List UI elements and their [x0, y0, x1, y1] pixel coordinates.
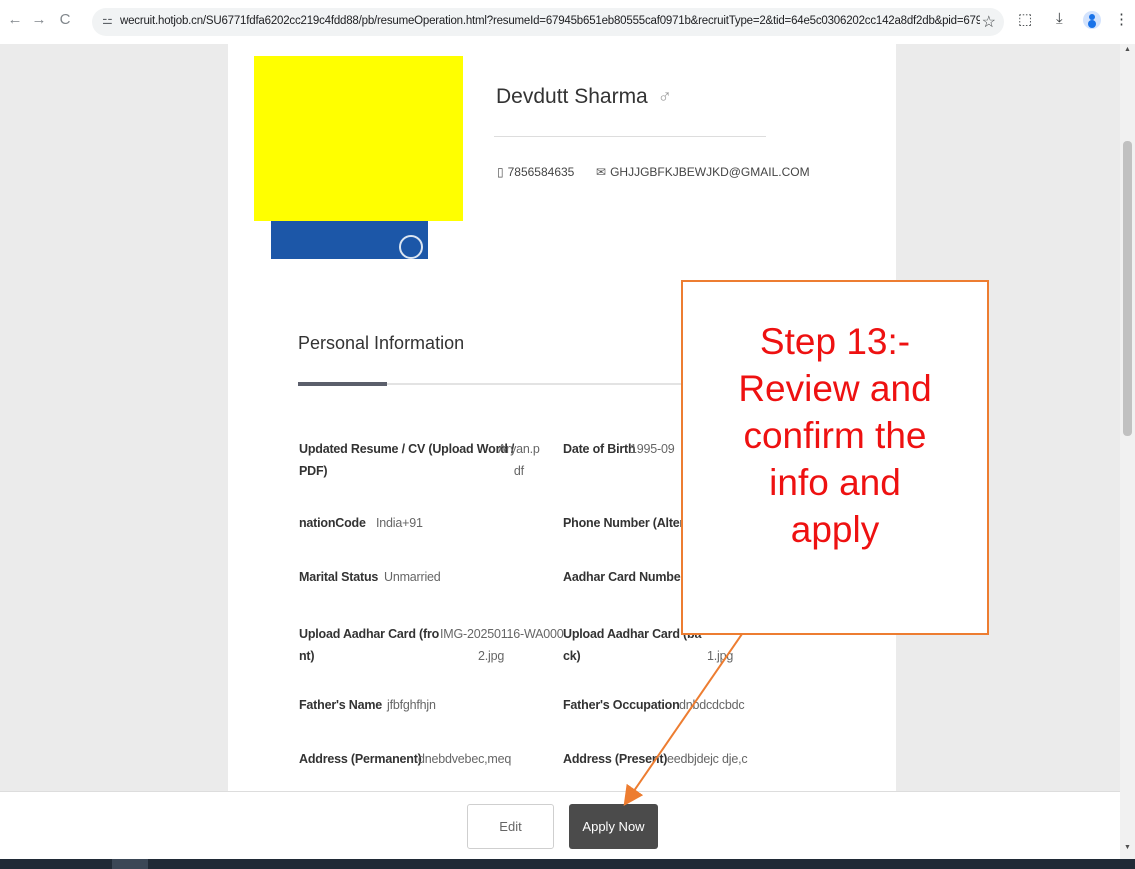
field-label-address-present: Address (Present)	[563, 752, 668, 766]
field-label-dob: Date of Birth	[563, 442, 636, 456]
address-bar[interactable]: ⚍ wecruit.hotjob.cn/SU6771fdfa6202cc219c…	[92, 8, 1004, 36]
resume-file-link-line2[interactable]: df	[498, 460, 540, 482]
callout-line-4: info and	[769, 462, 901, 503]
redaction-box	[254, 56, 463, 221]
site-info-icon[interactable]: ⚍	[102, 13, 113, 27]
aadhar-front-file-line2[interactable]: 2.jpg	[440, 645, 564, 667]
page-scrollbar[interactable]: ▲ ▼	[1120, 44, 1135, 859]
field-label-aadhar-back-line2: ck)	[563, 649, 581, 663]
field-label-father-name: Father's Name	[299, 698, 383, 712]
name-divider	[494, 136, 766, 137]
os-taskbar	[0, 859, 1135, 869]
profile-avatar-icon[interactable]	[1083, 11, 1101, 29]
scroll-up-icon[interactable]: ▲	[1120, 46, 1135, 53]
address-url[interactable]: wecruit.hotjob.cn/SU6771fdfa6202cc219c4f…	[120, 15, 980, 27]
field-value-father-occupation: dnbdcdcbdc	[679, 698, 745, 712]
section-underline-active	[298, 382, 387, 386]
field-label-address-permanent: Address (Permanent)	[299, 752, 422, 766]
back-icon[interactable]: ←	[6, 10, 24, 30]
forward-icon[interactable]: →	[30, 10, 48, 30]
field-label-resume-line1: Updated Resume / CV (Upload Word /	[299, 442, 515, 456]
candidate-name-row: Devdutt Sharma ♂	[496, 85, 672, 109]
field-value-aadhar-back[interactable]: 1.jpg	[707, 645, 733, 667]
field-value-nationcode: India+91	[376, 516, 423, 530]
field-value-marital: Unmarried	[384, 570, 441, 584]
field-label-aadhar-front-line2: nt)	[299, 649, 315, 663]
apply-now-button[interactable]: Apply Now	[569, 804, 658, 849]
field-value-resume[interactable]: Aryan.p df	[498, 438, 540, 482]
field-label-aadhar-front-line1: Upload Aadhar Card (fro	[299, 627, 440, 641]
browser-toolbar: ← → C ⚍ wecruit.hotjob.cn/SU6771fdfa6202…	[0, 0, 1135, 44]
field-label-resume: Updated Resume / CV (Upload Word / PDF)	[299, 438, 514, 482]
taskbar-active-app[interactable]	[112, 859, 148, 869]
bookmark-star-icon[interactable]: ☆	[982, 12, 996, 32]
scroll-down-icon[interactable]: ▼	[1120, 844, 1135, 851]
phone-number: 7856584635	[507, 165, 575, 179]
field-value-father-name: jfbfghfhjn	[387, 698, 436, 712]
phone-contact: ▯ 7856584635	[497, 165, 574, 179]
field-label-aadhar-number: Aadhar Card Number	[563, 570, 686, 584]
scroll-thumb[interactable]	[1123, 141, 1132, 436]
mail-icon: ✉	[596, 165, 607, 179]
reload-icon[interactable]: C	[56, 10, 74, 30]
field-label-marital: Marital Status	[299, 570, 379, 584]
download-icon[interactable]: ⤓	[1056, 10, 1063, 27]
browser-menu-icon[interactable]: ⋮	[1114, 10, 1129, 28]
field-value-address-permanent: dnebdvebec,meq	[418, 752, 512, 766]
field-value-aadhar-front[interactable]: IMG-20250116-WA000 2.jpg	[440, 623, 564, 667]
edit-button[interactable]: Edit	[467, 804, 554, 849]
email-address: GHJJGBFKJBEWJKD@GMAIL.COM	[610, 165, 810, 179]
field-label-father-occupation: Father's Occupation	[563, 698, 680, 712]
candidate-name: Devdutt Sharma	[496, 85, 648, 108]
resume-file-link-line1[interactable]: Aryan.p	[498, 438, 540, 460]
field-label-resume-line2: PDF)	[299, 464, 328, 478]
action-bar	[0, 791, 1120, 859]
aadhar-front-file-line1[interactable]: IMG-20250116-WA000	[440, 623, 564, 645]
phone-icon: ▯	[497, 165, 504, 179]
male-gender-icon: ♂	[657, 87, 672, 108]
section-title: Personal Information	[298, 333, 465, 353]
field-label-nationcode: nationCode	[299, 516, 366, 530]
email-contact: ✉ GHJJGBFKJBEWJKD@GMAIL.COM	[596, 165, 810, 179]
callout-line-1: Step 13:-	[759, 321, 911, 362]
field-value-dob: 1995-09	[630, 442, 675, 456]
tutorial-callout: Step 13:- Review and confirm the info an…	[681, 280, 989, 635]
callout-line-2: Review and	[738, 368, 932, 409]
callout-line-3: confirm the	[743, 415, 927, 456]
extensions-icon[interactable]: ⬚	[1018, 10, 1032, 28]
field-value-address-present: eedbjdejc dje,c	[667, 752, 748, 766]
field-label-aadhar-front: Upload Aadhar Card (fro nt)	[299, 623, 439, 667]
callout-line-5: apply	[790, 509, 880, 550]
shirt-logo-icon	[399, 235, 423, 259]
